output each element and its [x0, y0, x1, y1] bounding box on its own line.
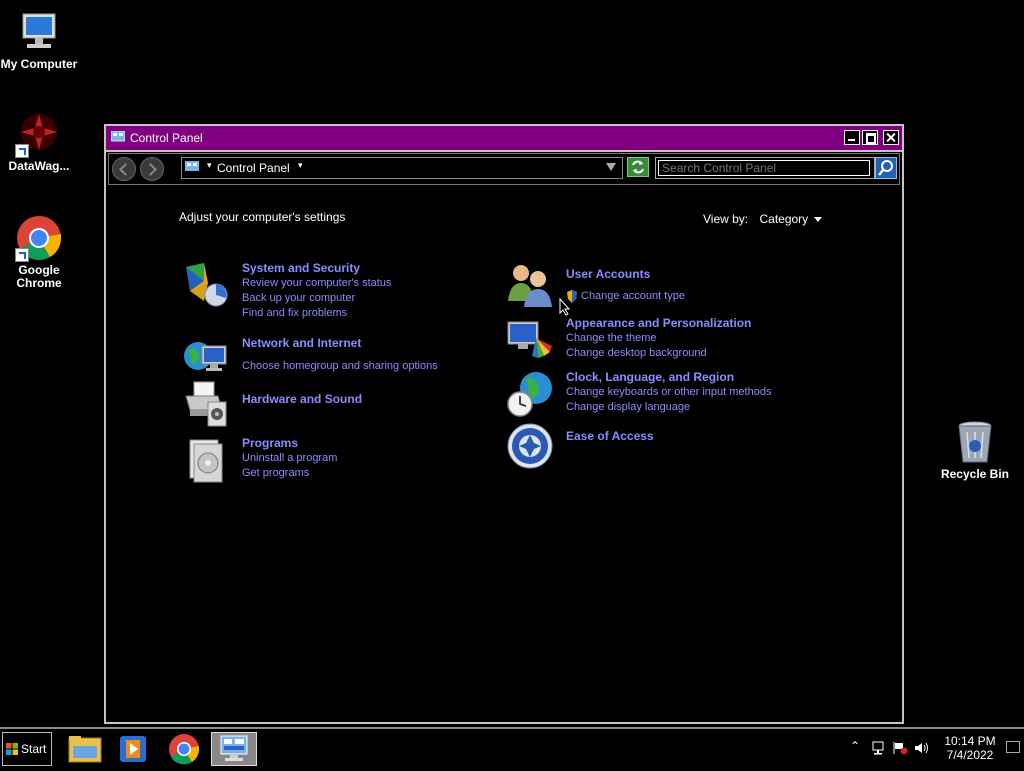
category-link[interactable]: Uninstall a program — [242, 451, 542, 466]
shortcut-arrow-icon — [15, 144, 29, 158]
search-button[interactable] — [875, 157, 897, 179]
ease-of-access-icon[interactable] — [506, 422, 554, 470]
taskbar-explorer[interactable] — [62, 732, 108, 766]
breadcrumb-control-panel[interactable]: Control Panel — [217, 161, 290, 175]
mouse-cursor-icon — [559, 298, 571, 316]
category-title[interactable]: Hardware and Sound — [242, 392, 542, 407]
datawag-icon — [15, 110, 63, 158]
content-area: Adjust your computer's settings View by:… — [106, 186, 902, 722]
start-button[interactable]: Start — [2, 732, 52, 766]
recycle-bin-icon — [951, 418, 999, 466]
category-title[interactable]: Ease of Access — [566, 429, 866, 444]
control-panel-icon — [111, 131, 125, 142]
forward-button[interactable] — [140, 157, 164, 181]
desktop-icon-label: DataWag... — [8, 159, 70, 173]
close-button[interactable] — [883, 130, 899, 145]
category-link[interactable]: Change keyboards or other input methods — [566, 385, 866, 400]
title-bar[interactable]: Control Panel — [106, 126, 902, 152]
network-icon[interactable] — [182, 336, 230, 384]
clock[interactable]: 10:14 PM 7/4/2022 — [938, 734, 1002, 762]
programs-icon[interactable] — [182, 436, 230, 484]
navigation-bar: ▾ Control Panel ▾ — [108, 153, 900, 185]
volume-icon[interactable] — [914, 741, 930, 755]
desktop-icon-label: My Computer — [0, 57, 78, 71]
desktop-icon-label: Google Chrome — [16, 263, 62, 290]
category-title[interactable]: User Accounts — [566, 267, 866, 282]
breadcrumb-arrow-icon[interactable]: ▾ — [207, 160, 212, 171]
shortcut-arrow-icon — [15, 248, 29, 262]
show-desktop-button[interactable] — [1006, 741, 1020, 753]
page-heading: Adjust your computer's settings — [179, 210, 346, 224]
desktop-icon-my-computer[interactable]: My Computer — [0, 8, 79, 71]
search-input[interactable] — [658, 160, 870, 176]
back-button[interactable] — [112, 157, 136, 181]
category-link[interactable]: Change the theme — [566, 331, 866, 346]
dropdown-caret-icon — [814, 217, 823, 223]
taskbar: Start ⌃ 10:14 PM 7/4/2022 — [0, 727, 1024, 768]
chrome-icon — [15, 214, 63, 262]
category-link[interactable]: Choose homegroup and sharing options — [242, 359, 542, 374]
category-link[interactable]: Get programs — [242, 466, 542, 481]
control-panel-window: Control Panel ▾ Control Panel ▾ Search C… — [104, 124, 904, 724]
category-link[interactable]: Find and fix problems — [242, 306, 542, 321]
appearance-icon[interactable] — [506, 316, 554, 364]
users-icon[interactable] — [506, 261, 554, 309]
desktop-icon-google-chrome[interactable]: Google Chrome — [0, 214, 79, 290]
category-link[interactable]: Review your computer's status — [242, 276, 542, 291]
maximize-button[interactable] — [862, 130, 878, 145]
refresh-button[interactable] — [627, 157, 649, 177]
address-bar[interactable]: ▾ Control Panel ▾ — [181, 157, 623, 179]
action-center-flag-icon[interactable] — [892, 741, 908, 755]
category-title[interactable]: Appearance and Personalization — [566, 316, 866, 331]
desktop-icon-label: Recycle Bin — [940, 467, 1010, 481]
category-link[interactable]: Back up your computer — [242, 291, 542, 306]
shield-icon[interactable] — [182, 261, 230, 309]
start-label: Start — [21, 742, 47, 756]
desktop-icon-datawag[interactable]: DataWag... — [0, 110, 79, 173]
chrome-icon — [169, 734, 200, 765]
media-player-icon — [120, 736, 146, 762]
category-title[interactable]: System and Security — [242, 261, 542, 276]
system-tray: ⌃ 10:14 PM 7/4/2022 — [848, 729, 1024, 768]
computer-icon — [15, 8, 63, 56]
window-title: Control Panel — [130, 131, 203, 145]
address-dropdown-icon[interactable] — [606, 163, 616, 171]
windows-logo-icon — [6, 743, 18, 755]
category-link[interactable]: Change account type — [566, 289, 866, 304]
control-panel-icon — [185, 161, 199, 171]
taskbar-chrome[interactable] — [161, 732, 207, 766]
view-by-label: View by: — [703, 212, 749, 226]
show-hidden-icons-icon[interactable]: ⌃ — [850, 739, 860, 753]
taskbar-control-panel[interactable] — [211, 732, 257, 766]
category-link[interactable]: Change desktop background — [566, 346, 866, 361]
clock-date: 7/4/2022 — [946, 748, 994, 762]
category-title[interactable]: Programs — [242, 436, 542, 451]
category-link-text: Change account type — [581, 290, 685, 302]
search-icon — [878, 160, 893, 176]
category-title[interactable]: Clock, Language, and Region — [566, 370, 866, 385]
refresh-icon — [632, 160, 644, 174]
view-by-value: Category — [759, 212, 809, 226]
control-panel-icon — [220, 735, 248, 761]
view-by: View by: Category — [703, 212, 823, 226]
network-icon[interactable] — [870, 741, 886, 755]
breadcrumb-arrow-icon[interactable]: ▾ — [298, 160, 303, 171]
folder-icon — [68, 736, 102, 763]
printer-icon[interactable] — [182, 380, 230, 428]
view-by-dropdown[interactable]: Category — [759, 212, 823, 226]
category-title[interactable]: Network and Internet — [242, 336, 542, 351]
clock-globe-icon[interactable] — [506, 370, 554, 418]
clock-time: 10:14 PM — [944, 734, 996, 748]
taskbar-media-player[interactable] — [110, 732, 156, 766]
category-link[interactable]: Change display language — [566, 400, 866, 415]
search-box[interactable] — [655, 157, 875, 179]
desktop-icon-recycle-bin[interactable]: Recycle Bin — [935, 418, 1015, 481]
minimize-button[interactable] — [844, 130, 860, 145]
